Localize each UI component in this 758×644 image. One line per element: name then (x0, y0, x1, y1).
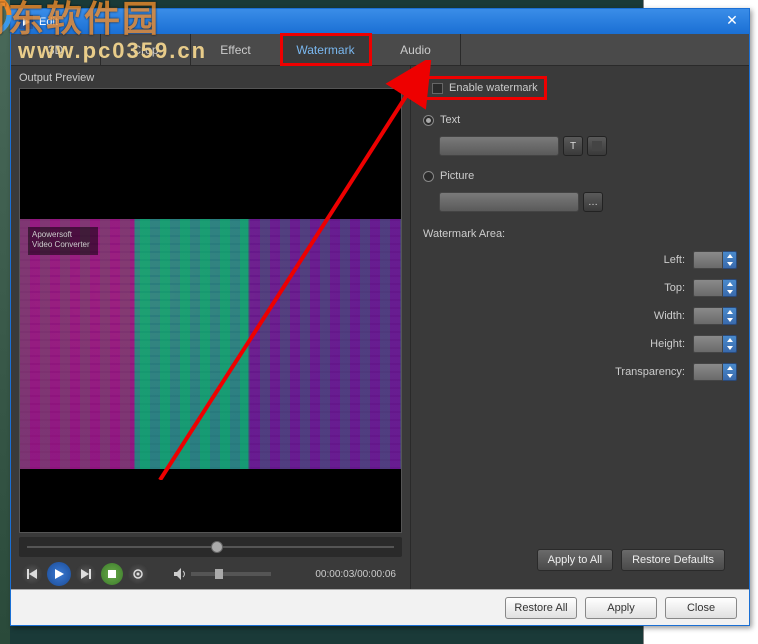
watermark-settings: Enable watermark Text T Picture … Waterm… (411, 66, 749, 589)
apply-button[interactable]: Apply (585, 597, 657, 619)
restore-all-button[interactable]: Restore All (505, 597, 577, 619)
seek-slider[interactable] (19, 537, 402, 557)
close-icon[interactable]: ✕ (723, 12, 741, 30)
dialog-footer: Restore All Apply Close (11, 589, 749, 625)
width-spinner[interactable] (693, 307, 737, 325)
tab-3d[interactable]: 3D (11, 34, 101, 65)
text-radio[interactable] (423, 115, 434, 126)
area-label: Watermark Area: (423, 228, 737, 240)
dialog-title: Edit (39, 16, 58, 28)
timecode: 00:00:03/00:00:06 (315, 569, 396, 580)
height-spinner[interactable] (693, 335, 737, 353)
transparency-label: Transparency: (615, 366, 685, 378)
tab-audio[interactable]: Audio (371, 34, 461, 65)
watermark-text-input[interactable] (439, 136, 559, 156)
picture-radio-label: Picture (440, 170, 474, 182)
enable-watermark-label: Enable watermark (449, 82, 538, 94)
preview-badge: Apowersoft Video Converter (28, 227, 98, 255)
width-label: Width: (654, 310, 685, 322)
left-label: Left: (664, 254, 685, 266)
text-radio-label: Text (440, 114, 460, 126)
prev-button[interactable] (21, 563, 43, 585)
play-button[interactable] (47, 562, 71, 586)
picture-radio[interactable] (423, 171, 434, 182)
preview-panel: Output Preview Apowersoft Video Converte… (11, 66, 411, 589)
font-button[interactable]: T (563, 136, 583, 156)
tab-effect[interactable]: Effect (191, 34, 281, 65)
height-label: Height: (650, 338, 685, 350)
app-icon (19, 15, 33, 29)
stop-button[interactable] (101, 563, 123, 585)
picture-path-input[interactable] (439, 192, 579, 212)
restore-defaults-button[interactable]: Restore Defaults (621, 549, 725, 571)
enable-watermark-checkbox[interactable] (432, 83, 443, 94)
next-button[interactable] (75, 563, 97, 585)
snapshot-button[interactable] (127, 563, 149, 585)
color-button[interactable] (587, 136, 607, 156)
tab-crop[interactable]: Crop (101, 34, 191, 65)
top-label: Top: (664, 282, 685, 294)
tab-bar: 3D Crop Effect Watermark Audio (11, 34, 749, 66)
edit-dialog: Edit ✕ 3D Crop Effect Watermark Audio Ou… (10, 8, 750, 626)
volume-slider[interactable] (191, 572, 271, 576)
output-preview-label: Output Preview (19, 72, 402, 84)
titlebar: Edit ✕ (11, 9, 749, 34)
transparency-spinner[interactable] (693, 363, 737, 381)
close-button[interactable]: Close (665, 597, 737, 619)
tab-watermark[interactable]: Watermark (281, 34, 371, 65)
browse-button[interactable]: … (583, 192, 603, 212)
volume-icon[interactable] (173, 567, 187, 581)
left-spinner[interactable] (693, 251, 737, 269)
top-spinner[interactable] (693, 279, 737, 297)
apply-to-all-button[interactable]: Apply to All (537, 549, 613, 571)
video-preview: Apowersoft Video Converter (19, 88, 402, 533)
